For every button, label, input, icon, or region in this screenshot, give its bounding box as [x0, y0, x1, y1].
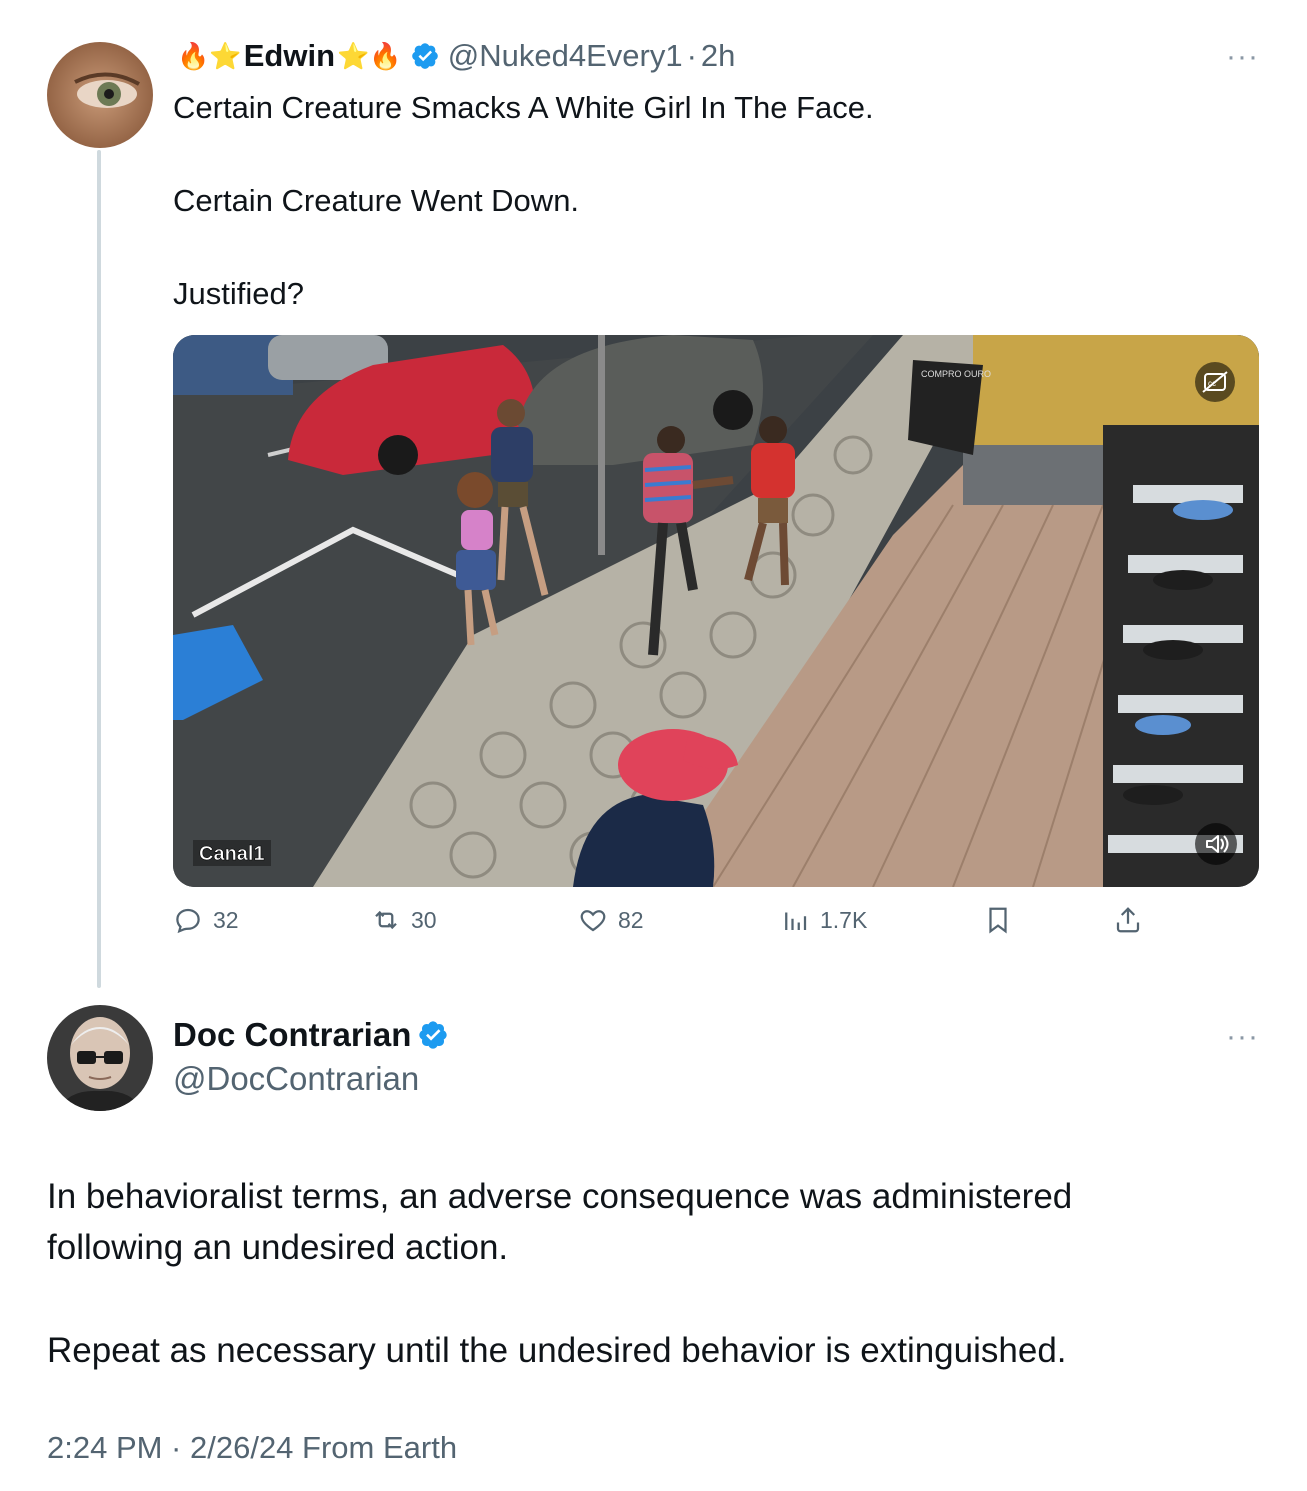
reply-action[interactable]: 32 — [173, 905, 239, 935]
name-emoji-left: 🔥⭐ — [177, 40, 242, 71]
bookmark-action[interactable] — [983, 905, 1023, 935]
tweet-video[interactable]: COMPRO OURO Canal1 — [173, 335, 1259, 887]
tweet-text-line-3: Justified? — [173, 276, 304, 311]
views-action[interactable]: 1.7K — [780, 905, 867, 935]
edwin-handle[interactable]: @Nuked4Every1 — [448, 38, 683, 74]
thread-connector-line — [97, 150, 101, 988]
reply-text-line-1: In behavioralist terms, an adverse conse… — [47, 1177, 1073, 1216]
like-action[interactable]: 82 — [578, 905, 644, 935]
tweet-action-bar: 32 30 82 1.7K — [173, 905, 1259, 949]
tweet-text-line-1: Certain Creature Smacks A White Girl In … — [173, 90, 874, 125]
tweet-timestamp[interactable]: 2:24 PM · 2/26/24 From Earth — [47, 1430, 457, 1466]
edwin-avatar[interactable] — [47, 42, 153, 148]
verified-badge-icon — [417, 1019, 449, 1051]
original-tweet-header: 🔥⭐ Edwin ⭐🔥 @Nuked4Every1 · 2h — [175, 38, 735, 74]
like-count: 82 — [618, 906, 644, 933]
reply-icon — [176, 908, 200, 934]
doc-contrarian-display-name[interactable]: Doc Contrarian — [173, 1016, 411, 1054]
views-icon — [785, 912, 807, 930]
doc-contrarian-avatar[interactable] — [47, 1005, 153, 1111]
views-count: 1.7K — [820, 906, 868, 933]
doc-contrarian-name-row: Doc Contrarian — [173, 1016, 457, 1054]
heart-icon — [580, 910, 606, 932]
repost-icon — [375, 910, 397, 930]
verified-badge-icon — [410, 41, 440, 71]
bookmark-icon — [989, 907, 1007, 934]
share-icon — [1116, 907, 1140, 933]
edwin-display-name[interactable]: Edwin — [244, 38, 335, 74]
repost-action[interactable]: 30 — [371, 905, 437, 935]
volume-icon[interactable] — [1195, 823, 1237, 865]
reply-text-line-2: following an undesired action. — [47, 1228, 509, 1267]
repost-count: 30 — [411, 906, 437, 933]
captions-off-icon[interactable]: cc — [1195, 362, 1235, 402]
reply-more-options-icon[interactable]: ··· — [1226, 1020, 1259, 1054]
tweet-time-ago[interactable]: 2h — [701, 38, 735, 74]
reply-count: 32 — [213, 906, 239, 933]
original-more-options-icon[interactable]: ··· — [1226, 40, 1259, 74]
share-action[interactable] — [1113, 905, 1153, 935]
tweet-text-line-2: Certain Creature Went Down. — [173, 183, 580, 218]
header-separator: · — [686, 38, 697, 73]
sign-text: COMPRO OURO — [921, 369, 991, 379]
video-watermark: Canal1 — [199, 843, 265, 865]
name-emoji-right: ⭐🔥 — [337, 40, 402, 71]
reply-text-line-3: Repeat as necessary until the undesired … — [47, 1331, 1067, 1370]
doc-contrarian-handle[interactable]: @DocContrarian — [173, 1060, 419, 1098]
